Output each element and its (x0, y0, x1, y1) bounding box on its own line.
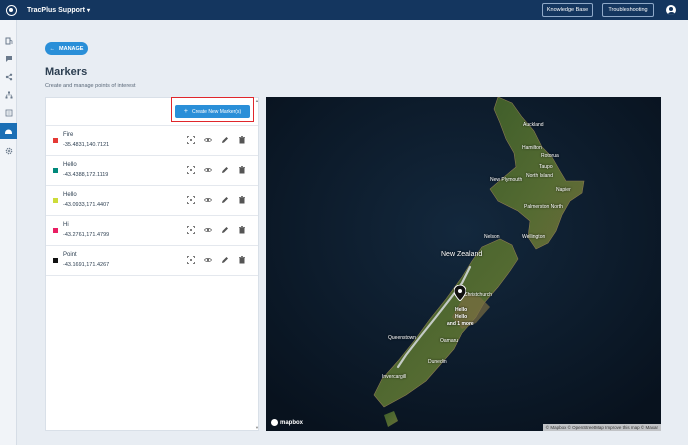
eye-icon[interactable] (204, 226, 212, 234)
map-label-palmerston-north: Palmerston North (524, 204, 563, 210)
pencil-icon[interactable] (221, 166, 229, 174)
top-bar: TracPlus Support ▾ Knowledge Base Troubl… (0, 0, 688, 20)
fuel-icon[interactable] (0, 33, 17, 49)
back-button-label: MANAGE (59, 45, 84, 52)
create-new-marker-button[interactable]: + Create New Marker(s) (175, 105, 250, 118)
focus-icon[interactable] (187, 136, 195, 144)
scroll-up-arrow-icon[interactable]: ▲ (255, 98, 259, 103)
map-label-auckland: Auckland (523, 122, 544, 128)
map-label-taupo: Taupo (539, 164, 553, 170)
eye-icon[interactable] (204, 196, 212, 204)
back-to-manage-button[interactable]: ← MANAGE (45, 42, 88, 55)
marker-name: Hello (63, 192, 77, 198)
list-icon[interactable] (0, 105, 17, 121)
cluster-label-1: Hello (455, 307, 468, 313)
marker-color-swatch (53, 258, 58, 263)
markers-icon[interactable] (0, 123, 17, 139)
map-attribution[interactable]: © Mapbox © OpenStreetMap Improve this ma… (542, 424, 661, 431)
app-title: TracPlus Support (27, 6, 85, 14)
map-label-wellington: Wellington (522, 234, 546, 240)
map-label-queenstown: Queenstown (388, 335, 417, 341)
marker-name: Point (63, 252, 77, 258)
left-rail (0, 20, 17, 445)
eye-icon[interactable] (204, 256, 212, 264)
org-icon[interactable] (0, 87, 17, 103)
map-terrain (266, 97, 661, 431)
cluster-label-2: Hello (455, 314, 468, 320)
trash-icon[interactable] (238, 256, 246, 264)
map-view[interactable]: Auckland Hamilton Rotorua Taupo New Plym… (266, 97, 661, 431)
map-label-new-zealand: New Zealand (441, 251, 483, 258)
eye-icon[interactable] (204, 166, 212, 174)
arrow-left-icon: ← (49, 45, 56, 52)
plus-icon: + (183, 108, 188, 115)
marker-row[interactable]: Hello -43.0933,171.4407 (46, 186, 258, 216)
map-label-christchurch: Christchurch (464, 292, 493, 298)
page-title: Markers (45, 66, 88, 78)
map-label-napier: Napier (556, 187, 571, 193)
marker-coordinates: -43.0933,171.4407 (63, 202, 110, 208)
markers-panel: + Create New Marker(s) ▲ Fire -35.4831,14… (45, 97, 259, 431)
focus-icon[interactable] (187, 166, 195, 174)
focus-icon[interactable] (187, 196, 195, 204)
marker-coordinates: -43.2761,171.4799 (63, 232, 110, 238)
chat-icon[interactable] (0, 51, 17, 67)
map-label-invercargill: Invercargill (382, 374, 407, 380)
map-label-north-island: North Island (526, 173, 553, 179)
mapbox-logo-icon (271, 419, 278, 426)
knowledge-base-button[interactable]: Knowledge Base (542, 3, 593, 17)
map-label-oamaru: Oamaru (440, 338, 459, 344)
focus-icon[interactable] (187, 226, 195, 234)
marker-color-swatch (53, 228, 58, 233)
settings-icon[interactable] (0, 143, 17, 159)
trash-icon[interactable] (238, 196, 246, 204)
map-label-hamilton: Hamilton (522, 145, 542, 151)
eye-icon[interactable] (204, 136, 212, 144)
scroll-down-arrow-icon[interactable]: ▼ (255, 425, 259, 430)
mapbox-logo[interactable]: mapbox (271, 419, 303, 426)
marker-row[interactable]: Point -43.1691,171.4267 (46, 246, 258, 276)
marker-row[interactable]: Hi -43.2761,171.4799 (46, 216, 258, 246)
focus-icon[interactable] (187, 256, 195, 264)
app-logo-icon[interactable] (6, 4, 17, 16)
marker-name: Fire (63, 132, 74, 138)
marker-color-swatch (53, 198, 58, 203)
marker-color-swatch (53, 168, 58, 173)
cluster-label-more: and 1 more (447, 321, 474, 327)
map-label-nelson: Nelson (484, 234, 500, 240)
marker-name: Hi (63, 222, 69, 228)
user-account-icon[interactable] (666, 5, 676, 15)
pencil-icon[interactable] (221, 256, 229, 264)
share-icon[interactable] (0, 69, 17, 85)
marker-coordinates: -43.4388,172.1119 (63, 172, 109, 178)
map-label-new-plymouth: New Plymouth (490, 177, 523, 183)
pencil-icon[interactable] (221, 196, 229, 204)
chevron-down-icon: ▾ (86, 7, 90, 14)
trash-icon[interactable] (238, 166, 246, 174)
map-marker-pin-icon[interactable] (454, 285, 466, 301)
map-label-rotorua: Rotorua (541, 153, 559, 159)
pencil-icon[interactable] (221, 226, 229, 234)
app-switcher[interactable]: TracPlus Support ▾ (27, 7, 90, 14)
marker-color-swatch (53, 138, 58, 143)
troubleshooting-button[interactable]: Troubleshooting (602, 3, 654, 17)
create-button-label: Create New Marker(s) (191, 108, 242, 115)
marker-coordinates: -35.4831,140.7121 (63, 142, 110, 148)
map-label-dunedin: Dunedin (428, 359, 447, 365)
trash-icon[interactable] (238, 226, 246, 234)
marker-name: Hello (63, 162, 77, 168)
page-subtitle: Create and manage points of interest (45, 83, 136, 89)
marker-row[interactable]: Hello -43.4388,172.1119 (46, 156, 258, 186)
marker-row[interactable]: Fire -35.4831,140.7121 (46, 126, 258, 156)
pencil-icon[interactable] (221, 136, 229, 144)
marker-coordinates: -43.1691,171.4267 (63, 262, 110, 268)
trash-icon[interactable] (238, 136, 246, 144)
mapbox-brand: mapbox (280, 419, 304, 426)
